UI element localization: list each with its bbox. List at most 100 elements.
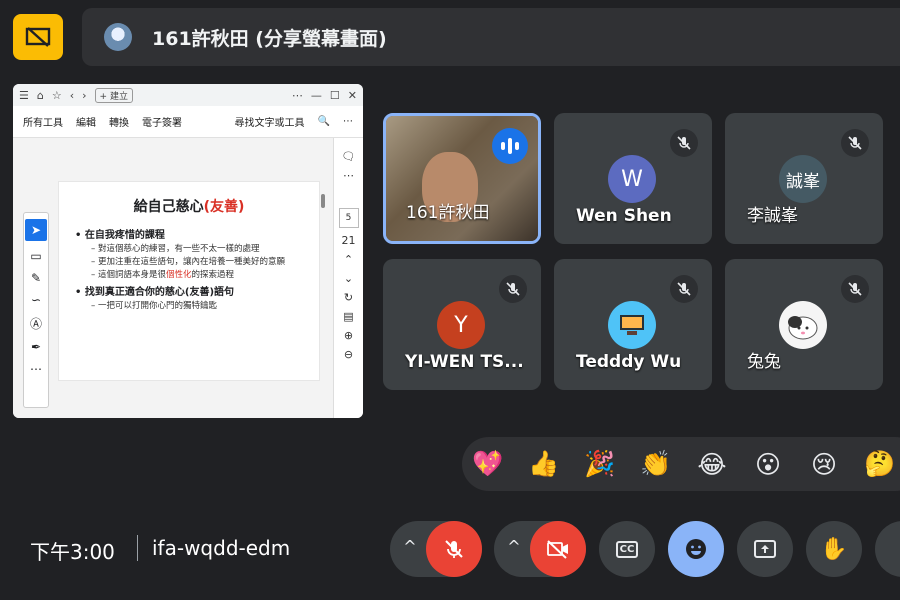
toolbar-item: 所有工具 [23, 118, 63, 129]
forward-icon: › [82, 88, 87, 102]
comment-icon: 🗨 [341, 150, 356, 163]
stop-present-icon [25, 27, 51, 47]
bullet-level2: – 這個詞語本身是很個性化的探索過程 [91, 270, 234, 280]
participant-tile[interactable]: Tedddy Wu [554, 259, 712, 390]
select-cursor-icon: ➤ [25, 219, 47, 241]
refresh-icon: ↻ [343, 291, 354, 304]
back-icon: ‹ [69, 88, 75, 102]
participant-avatar: Y [437, 301, 485, 349]
more-vert-icon: ⋮ [893, 537, 900, 561]
participant-avatar [608, 301, 656, 349]
emoji-icon [686, 539, 706, 559]
sparkling-heart-reaction[interactable]: 💖 [472, 449, 504, 479]
mic-muted-icon [841, 129, 869, 157]
participant-tile[interactable]: W Wen Shen [554, 113, 712, 244]
toolbar-item: 編輯 [76, 118, 96, 129]
cat-avatar-icon [788, 316, 818, 340]
meeting-code: ifa-wqdd-edm [152, 536, 291, 560]
chevron-up-icon[interactable]: ^ [400, 537, 420, 557]
slide-title: 給自己慈心(友善) [133, 199, 245, 215]
mic-muted-icon [841, 275, 869, 303]
participant-name: 161許秋田 [406, 203, 490, 223]
sign-icon: ✒ [30, 340, 42, 354]
speaking-indicator-icon [492, 128, 528, 164]
party-popper-reaction[interactable]: 🎉 [584, 449, 616, 479]
chevron-up-icon: ⌃ [343, 253, 354, 266]
slide-page: 給自己慈心(友善) • 在自我疼惜的課程 – 對這個慈心的練習，有一些不太一樣的… [58, 181, 320, 381]
more-icon: ⋯ [291, 88, 303, 102]
presenting-label: 161許秋田 (分享螢幕畫面) [152, 27, 387, 50]
participant-name: 李誠峯 [747, 206, 798, 226]
page-tools: 🗨 ⋯ 5 21 ⌃ ⌄ ↻ ▤ ⊕ ⊖ [333, 138, 363, 418]
new-tab-button: + 建立 [94, 87, 133, 103]
pdf-toolbar: 所有工具 編輯 轉換 電子簽署 尋找文字或工具 🔍 ⋯ [13, 106, 363, 138]
menu-icon: ☰ [19, 88, 29, 102]
participant-name: Tedddy Wu [576, 352, 682, 372]
participant-name: YI-WEN TS... [405, 352, 524, 372]
shared-screen: ☰ ⌂ ☆ ‹ › + 建立 ⋯ — ☐ ✕ 所有工具 編輯 轉換 電子簽署 尋… [13, 84, 363, 418]
participant-tile[interactable]: 兔兔 [725, 259, 883, 390]
participant-name: Wen Shen [576, 206, 672, 226]
crying-reaction[interactable]: 😢 [808, 450, 840, 479]
comment-icon: ▭ [30, 249, 42, 263]
thumbs-up-reaction[interactable]: 👍 [528, 449, 560, 479]
raise-hand-button[interactable]: ✋ [806, 521, 862, 577]
participant-avatar: W [608, 155, 656, 203]
browser-bar: ☰ ⌂ ☆ ‹ › + 建立 ⋯ — ☐ ✕ [13, 84, 363, 106]
text-box-icon: Ⓐ [29, 317, 42, 331]
thinking-reaction[interactable]: 🤔 [864, 449, 896, 479]
participant-tile-speaking[interactable]: 161許秋田 [383, 113, 541, 244]
participant-name: 兔兔 [747, 352, 781, 372]
pen-icon: ✎ [30, 271, 42, 285]
bullet-level2: – 一把可以打開你心門的獨特鑰匙 [91, 301, 217, 311]
chevron-up-icon[interactable]: ^ [504, 537, 524, 557]
presenting-banner: 161許秋田 (分享螢幕畫面) [82, 8, 900, 66]
laughing-reaction[interactable]: 😂 [696, 450, 728, 479]
close-icon: ✕ [347, 88, 357, 102]
bullet-level2: – 更加注重在這些語句，讓內在培養一種美好的意願 [91, 257, 285, 267]
reactions-bar: 💖 👍 🎉 👏 😂 😮 😢 🤔 [462, 437, 900, 491]
camera-toggle-button[interactable] [530, 521, 586, 577]
bullet-level1: • 找到真正適合你的慈心(友善)語句 [75, 287, 235, 298]
surprised-reaction[interactable]: 😮 [752, 450, 784, 479]
annotation-tools: ➤ ▭ ✎ ∽ Ⓐ ✒ ⋯ [23, 212, 49, 408]
computer-avatar-icon [620, 315, 644, 335]
chevron-down-icon: ⌄ [343, 272, 354, 285]
more-icon: ⋯ [30, 362, 42, 376]
search-icon: 🔍 [317, 116, 330, 127]
captions-icon: CC [615, 540, 639, 558]
present-button[interactable] [737, 521, 793, 577]
minimize-icon: — [310, 88, 322, 102]
participant-avatar [779, 301, 827, 349]
toolbar-item: 轉換 [109, 118, 129, 129]
present-screen-icon [754, 540, 776, 558]
toolbar-item: 尋找文字或工具 [234, 118, 305, 129]
mic-muted-icon [499, 275, 527, 303]
zoom-out-icon: ⊖ [343, 348, 354, 361]
participant-tile[interactable]: Y YI-WEN TS... [383, 259, 541, 390]
participant-tile[interactable]: 誠峯 李誠峯 [725, 113, 883, 244]
more-icon: ⋯ [343, 169, 354, 182]
draw-icon: ∽ [30, 293, 42, 307]
bullet-level2: – 對這個慈心的練習，有一些不太一樣的處理 [91, 244, 260, 254]
meeting-time: 下午3:00 [30, 540, 115, 564]
bullet-level1: • 在自我疼惜的課程 [75, 230, 165, 241]
save-icon: ▤ [343, 310, 354, 323]
mic-muted-icon [670, 129, 698, 157]
more-options-button[interactable]: ⋮ [875, 521, 900, 577]
mic-toggle-button[interactable] [426, 521, 482, 577]
scrollbar [321, 194, 325, 208]
star-icon: ☆ [51, 88, 62, 102]
mic-muted-icon [670, 275, 698, 303]
captions-button[interactable]: CC [599, 521, 655, 577]
total-pages: 21 [341, 234, 356, 247]
stop-sharing-button[interactable] [13, 14, 63, 60]
current-page: 5 [338, 208, 359, 228]
camera-off-icon [547, 540, 568, 559]
hand-icon: ✋ [820, 536, 848, 562]
maximize-icon: ☐ [329, 88, 340, 102]
home-icon: ⌂ [36, 88, 44, 102]
reactions-button[interactable] [668, 521, 724, 577]
toolbar-item: 電子簽署 [142, 118, 182, 129]
clapping-reaction[interactable]: 👏 [640, 449, 672, 479]
